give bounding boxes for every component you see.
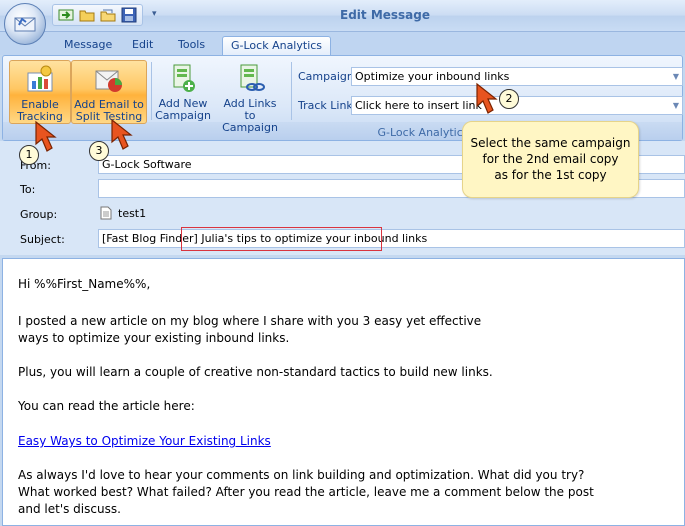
group-value: test1 bbox=[118, 206, 147, 220]
campaign-label: Campaign bbox=[298, 70, 354, 83]
new-campaign-icon bbox=[173, 64, 195, 92]
open-file-icon[interactable] bbox=[99, 6, 117, 24]
paragraph-3: You can read the article here: bbox=[18, 399, 195, 413]
open-folder-icon[interactable] bbox=[78, 6, 96, 24]
group-label: Group: bbox=[20, 208, 58, 221]
subject-highlight-box bbox=[181, 227, 382, 251]
paragraph-4: As always I'd love to hear your comments… bbox=[18, 467, 594, 518]
pointer-arrow-icon bbox=[476, 82, 498, 114]
track-link-label: Track Link bbox=[298, 99, 353, 112]
split-testing-icon bbox=[95, 70, 122, 92]
chevron-down-icon[interactable]: ▼ bbox=[673, 97, 679, 114]
tip-line3: as for the 1st copy bbox=[494, 168, 607, 182]
tab-tools[interactable]: Tools bbox=[170, 36, 213, 55]
tab-glock-analytics[interactable]: G-Lock Analytics bbox=[222, 36, 332, 55]
ribbon-tabs: Message Edit Tools G-Lock Analytics bbox=[0, 32, 685, 55]
track-link-value: Click here to insert link bbox=[355, 99, 482, 112]
ribbon-separator bbox=[291, 62, 292, 120]
article-link-wrapper: Easy Ways to Optimize Your Existing Link… bbox=[18, 433, 271, 450]
paragraph-1-line2: ways to optimize your existing inbound l… bbox=[18, 331, 290, 345]
title-bar: ▾ Edit Message bbox=[0, 0, 685, 32]
add-links-to-campaign-button[interactable]: Add Links to Campaign bbox=[217, 60, 283, 134]
add-new-campaign-line2: Campaign bbox=[155, 109, 211, 122]
enable-tracking-button[interactable]: Enable Tracking bbox=[9, 60, 71, 124]
callout-number-2: 2 bbox=[499, 89, 519, 109]
group-field[interactable]: test1 bbox=[100, 203, 146, 223]
mail-orb-icon[interactable] bbox=[4, 3, 46, 45]
message-body-editor[interactable]: Hi %%First_Name%%, I posted a new articl… bbox=[2, 258, 685, 526]
paragraph-4-line1: As always I'd love to hear your comments… bbox=[18, 468, 585, 482]
window-title: Edit Message bbox=[340, 8, 431, 22]
paragraph-1: I posted a new article on my blog where … bbox=[18, 313, 481, 347]
add-new-campaign-button[interactable]: Add New Campaign bbox=[153, 60, 213, 124]
to-label: To: bbox=[20, 183, 36, 196]
ribbon-separator bbox=[151, 62, 152, 120]
paragraph-1-line1: I posted a new article on my blog where … bbox=[18, 314, 482, 328]
subject-label: Subject: bbox=[20, 233, 65, 246]
tip-line1: Select the same campaign bbox=[470, 136, 631, 150]
callout-number-1: 1 bbox=[19, 145, 39, 165]
tab-message[interactable]: Message bbox=[56, 36, 120, 55]
paragraph-4-line2: What worked best? What failed? After you… bbox=[18, 485, 594, 499]
add-email-split-testing-button[interactable]: Add Email to Split Testing bbox=[71, 60, 147, 124]
quick-access-toolbar bbox=[52, 4, 143, 26]
callout-number-3: 3 bbox=[89, 141, 109, 161]
campaign-select[interactable]: Optimize your inbound links ▼ bbox=[351, 67, 683, 86]
paragraph-4-line3: and let's discuss. bbox=[18, 502, 121, 516]
campaign-tip-callout: Select the same campaign for the 2nd ema… bbox=[462, 121, 639, 198]
article-link[interactable]: Easy Ways to Optimize Your Existing Link… bbox=[18, 434, 271, 448]
tip-line2: for the 2nd email copy bbox=[482, 152, 619, 166]
send-icon[interactable] bbox=[57, 6, 75, 24]
chart-tracking-icon bbox=[27, 65, 53, 92]
add-links-line2: Campaign bbox=[222, 121, 278, 134]
pointer-arrow-icon bbox=[111, 118, 133, 150]
paragraph-2: Plus, you will learn a couple of creativ… bbox=[18, 365, 493, 379]
add-links-line1: Add Links to bbox=[223, 97, 277, 122]
greeting-text: Hi %%First_Name%%, bbox=[18, 277, 151, 291]
customize-toolbar-icon[interactable]: ▾ bbox=[152, 9, 162, 21]
save-icon[interactable] bbox=[120, 6, 138, 24]
group-file-icon bbox=[100, 206, 112, 220]
link-campaign-icon bbox=[240, 64, 265, 91]
tab-edit[interactable]: Edit bbox=[124, 36, 161, 55]
chevron-down-icon[interactable]: ▼ bbox=[673, 68, 679, 85]
